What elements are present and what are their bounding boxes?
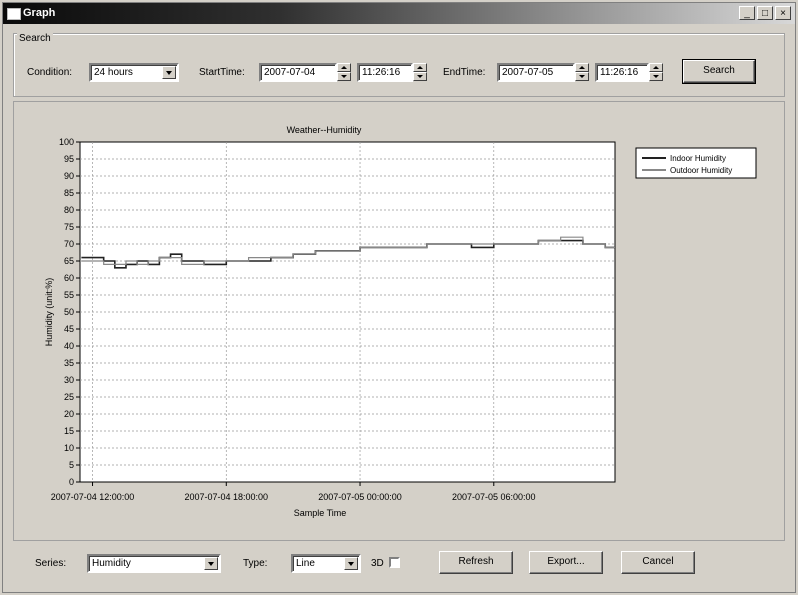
end-time-field[interactable]: 11:26:16 <box>595 63 649 82</box>
x-axis-title: Sample Time <box>294 508 347 518</box>
y-tick-label: 30 <box>64 375 74 385</box>
y-tick-label: 80 <box>64 205 74 215</box>
y-tick-label: 75 <box>64 222 74 232</box>
x-tick-label: 2007-07-05 06:00:00 <box>452 492 536 502</box>
start-time-label: StartTime: <box>199 67 245 78</box>
y-tick-label: 50 <box>64 307 74 317</box>
y-tick-label: 0 <box>69 477 74 487</box>
x-tick-label: 2007-07-04 18:00:00 <box>184 492 268 502</box>
type-value: Line <box>296 558 315 569</box>
y-tick-label: 85 <box>64 188 74 198</box>
y-axis-ticks: 0 5 10 15 20 25 30 35 40 45 50 55 60 65 70 75 80 85 90 95 10… <box>59 137 80 487</box>
legend: Indoor Humidity Outdoor Humidity <box>635 147 757 179</box>
chart-title: Weather--Humidity <box>287 125 362 135</box>
title-bar[interactable]: Graph _ □ × <box>3 3 795 24</box>
start-date-field[interactable]: 2007-07-04 <box>259 63 337 82</box>
maximize-button[interactable]: □ <box>757 6 773 20</box>
condition-select[interactable]: 24 hours <box>89 63 179 82</box>
y-tick-label: 70 <box>64 239 74 249</box>
end-date-field[interactable]: 2007-07-05 <box>497 63 575 82</box>
y-tick-label: 40 <box>64 341 74 351</box>
end-time-value: 11:26:16 <box>600 67 639 78</box>
y-tick-label: 35 <box>64 358 74 368</box>
spin-down-icon[interactable] <box>649 72 663 81</box>
window-title: Graph <box>23 7 56 19</box>
y-tick-label: 60 <box>64 273 74 283</box>
chevron-down-icon[interactable] <box>204 557 218 570</box>
y-tick-label: 55 <box>64 290 74 300</box>
y-tick-label: 15 <box>64 426 74 436</box>
y-tick-label: 25 <box>64 392 74 402</box>
condition-value: 24 hours <box>94 67 133 78</box>
spin-up-icon[interactable] <box>575 63 589 72</box>
x-tick-label: 2007-07-05 00:00:00 <box>318 492 402 502</box>
end-time-label: EndTime: <box>443 67 486 78</box>
export-button[interactable]: Export... <box>529 551 603 574</box>
cancel-button[interactable]: Cancel <box>621 551 695 574</box>
spin-up-icon[interactable] <box>413 63 427 72</box>
search-group-label: Search <box>17 33 53 44</box>
chevron-down-icon[interactable] <box>344 557 358 570</box>
x-axis-ticks: 2007-07-04 12:00:00 2007-07-04 18:00:00 20… <box>51 482 536 502</box>
end-time-spinner[interactable] <box>649 63 663 82</box>
condition-label: Condition: <box>27 67 73 78</box>
humidity-chart: Weather--Humidity 0 5 10 15 20 25 30 35 40 45 50 55… <box>44 125 757 518</box>
search-button[interactable]: Search <box>682 59 756 84</box>
chevron-down-icon[interactable] <box>162 66 176 79</box>
refresh-button[interactable]: Refresh <box>439 551 513 574</box>
spin-down-icon[interactable] <box>575 72 589 81</box>
chart-panel: Weather--Humidity 0 5 10 15 20 25 30 35 40 45 50 55… <box>13 101 785 541</box>
spin-down-icon[interactable] <box>413 72 427 81</box>
x-tick-label: 2007-07-04 12:00:00 <box>51 492 135 502</box>
y-tick-label: 100 <box>59 137 74 147</box>
start-date-spinner[interactable] <box>337 63 351 82</box>
y-axis-title: Humidity (unit:%) <box>44 278 54 347</box>
spin-up-icon[interactable] <box>337 63 351 72</box>
graph-window: Graph _ □ × Search Condition: 24 hours S… <box>2 2 796 593</box>
y-tick-label: 45 <box>64 324 74 334</box>
series-value: Humidity <box>92 558 131 569</box>
start-time-value: 11:26:16 <box>362 67 401 78</box>
threed-checkbox[interactable] <box>389 557 400 568</box>
threed-label: 3D <box>371 558 384 569</box>
end-date-value: 2007-07-05 <box>502 67 554 78</box>
y-tick-label: 20 <box>64 409 74 419</box>
start-time-field[interactable]: 11:26:16 <box>357 63 413 82</box>
legend-label-outdoor: Outdoor Humidity <box>670 166 732 175</box>
spin-up-icon[interactable] <box>649 63 663 72</box>
start-date-value: 2007-07-04 <box>264 67 316 78</box>
series-select[interactable]: Humidity <box>87 554 221 573</box>
type-label: Type: <box>243 558 268 569</box>
type-select[interactable]: Line <box>291 554 361 573</box>
series-label: Series: <box>35 558 67 569</box>
end-date-spinner[interactable] <box>575 63 589 82</box>
y-tick-label: 95 <box>64 154 74 164</box>
start-time-spinner[interactable] <box>413 63 427 82</box>
y-tick-label: 10 <box>64 443 74 453</box>
y-tick-label: 90 <box>64 171 74 181</box>
legend-label-indoor: Indoor Humidity <box>670 154 726 163</box>
y-tick-label: 65 <box>64 256 74 266</box>
close-button[interactable]: × <box>775 6 791 20</box>
y-tick-label: 5 <box>69 460 74 470</box>
spin-down-icon[interactable] <box>337 72 351 81</box>
app-icon <box>7 8 21 20</box>
minimize-button[interactable]: _ <box>739 6 755 20</box>
